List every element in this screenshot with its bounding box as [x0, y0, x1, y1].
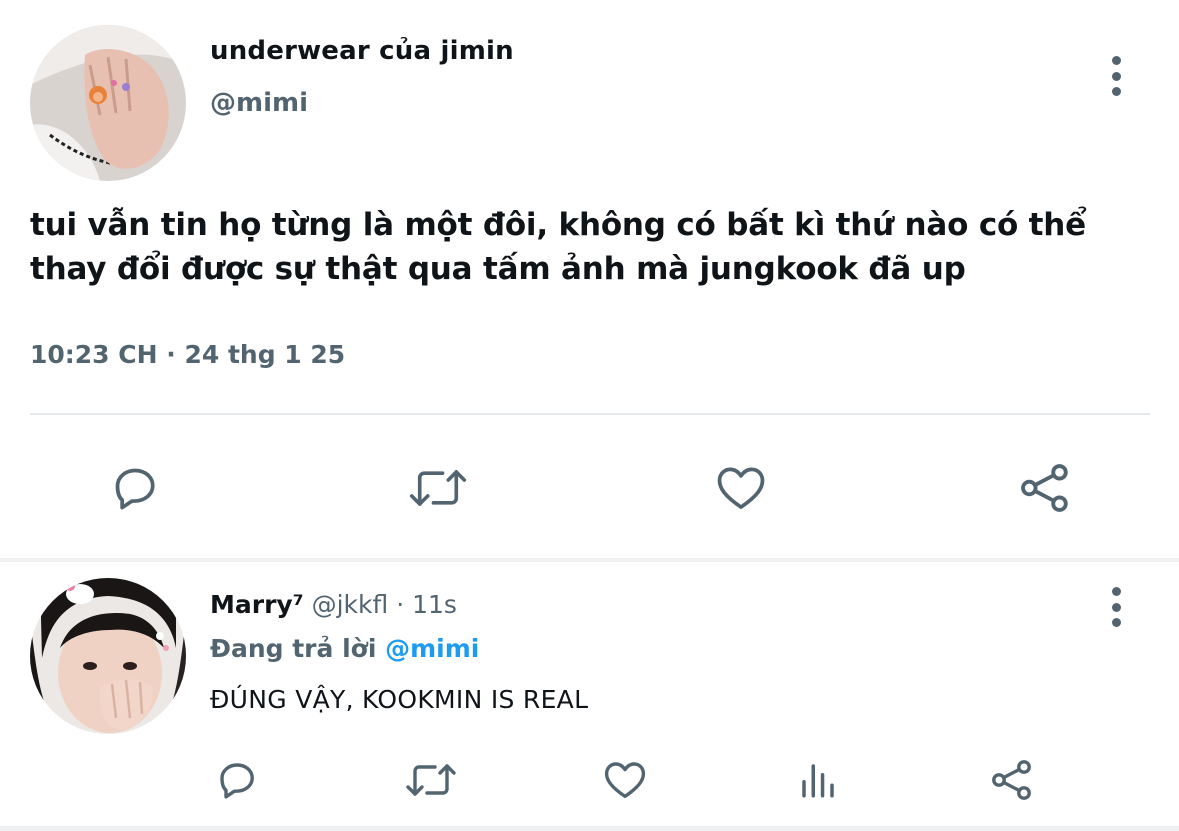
- reply-handle[interactable]: @jkkfl: [312, 590, 389, 619]
- reply-age: 11s: [412, 590, 457, 619]
- replying-to: Đang trả lời @mimi: [210, 634, 479, 663]
- author-handle[interactable]: @mimi: [210, 88, 308, 118]
- reply-retweet-button[interactable]: [400, 755, 462, 805]
- views-icon: [802, 764, 834, 798]
- reply-reply-button[interactable]: [210, 755, 264, 805]
- retweet-icon: [406, 764, 456, 796]
- reply-views-button[interactable]: [793, 755, 843, 805]
- meta-separator: ·: [396, 590, 405, 619]
- more-options-icon[interactable]: [1110, 56, 1122, 96]
- author-display-name[interactable]: underwear của jimin: [210, 36, 514, 66]
- reply-display-name[interactable]: Marry⁷: [210, 590, 304, 619]
- retweet-button[interactable]: [403, 455, 473, 521]
- retweet-icon: [409, 470, 467, 506]
- replying-to-label: Đang trả lời: [210, 634, 377, 663]
- reply-button[interactable]: [100, 455, 170, 521]
- like-icon: [717, 467, 765, 509]
- reply-like-button[interactable]: [598, 755, 652, 805]
- like-icon: [604, 762, 646, 799]
- tweet-detail-screen: underwear của jimin @mimi tui vẫn tin họ…: [0, 0, 1179, 831]
- reply-text: ĐÚNG VẬY, KOOKMIN IS REAL: [210, 685, 589, 714]
- reply-share-button[interactable]: [985, 755, 1039, 805]
- reply-more-options-icon[interactable]: [1110, 587, 1122, 627]
- reply-author-avatar[interactable]: [30, 578, 186, 734]
- tweet-text: tui vẫn tin họ từng là một đôi, không có…: [30, 207, 1086, 287]
- author-avatar[interactable]: [30, 25, 186, 181]
- bottom-separator: [0, 826, 1179, 831]
- divider: [30, 413, 1150, 415]
- reply-icon: [115, 468, 155, 510]
- tweet-timestamp: 10:23 CH · 24 thg 1 25: [30, 340, 346, 369]
- share-icon: [992, 760, 1031, 800]
- share-button[interactable]: [1010, 455, 1080, 521]
- section-separator: [0, 558, 1179, 562]
- reply-icon: [220, 763, 254, 799]
- like-button[interactable]: [706, 455, 776, 521]
- reply-header: Marry⁷ @jkkfl · 11s: [210, 590, 457, 619]
- share-icon: [1021, 464, 1068, 512]
- replying-to-mention[interactable]: @mimi: [385, 634, 479, 663]
